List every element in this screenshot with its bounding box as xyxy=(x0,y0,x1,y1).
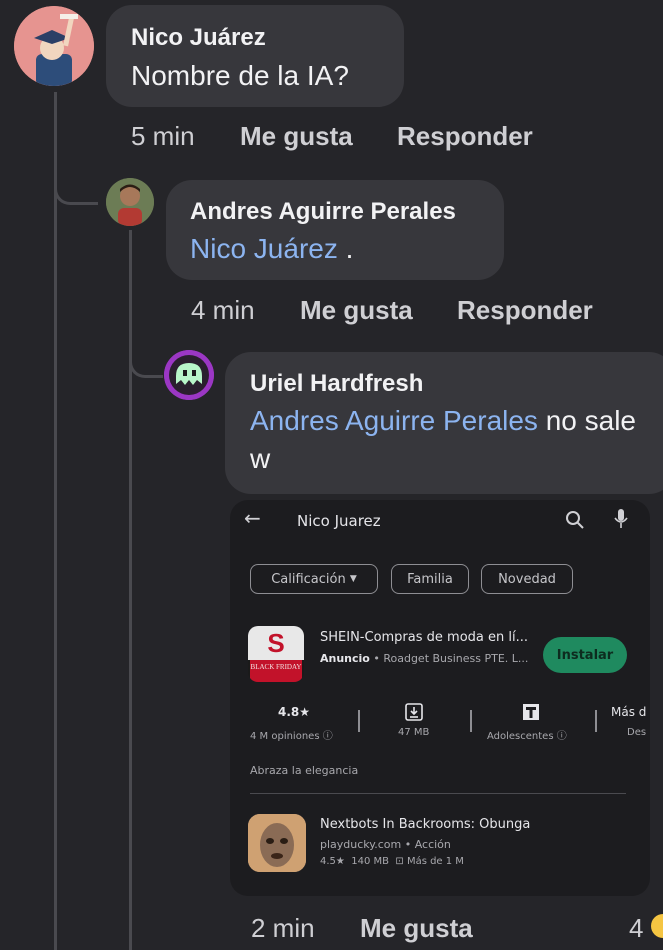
person-photo-icon xyxy=(106,178,154,226)
filter-chip-family[interactable]: Familia xyxy=(391,564,469,594)
graduate-avatar-icon xyxy=(14,6,94,86)
stat-divider xyxy=(595,710,597,732)
app-category: Acción xyxy=(414,838,451,851)
comment-author[interactable]: Uriel Hardfresh xyxy=(250,370,423,398)
age-rating: Adolescentes ⓘ xyxy=(487,731,567,742)
comment-bubble-uriel: Uriel Hardfresh Andres Aguirre Perales n… xyxy=(225,352,663,494)
thread-connector-2 xyxy=(129,335,163,378)
more-info-top: Más d xyxy=(611,705,647,719)
app-meta: playducky.com • Acción xyxy=(320,838,451,851)
mention-link[interactable]: Andres Aguirre Perales xyxy=(250,405,538,436)
reply-button[interactable]: Responder xyxy=(457,295,593,326)
comment-text: Andres Aguirre Perales no sale w xyxy=(250,402,640,478)
app-stats: 4.5★ 140 MB ⊡ Más de 1 M xyxy=(320,856,464,867)
thread-connector-1 xyxy=(54,160,98,205)
comment-actions-andres: 4 min Me gusta Responder xyxy=(191,295,593,326)
app-tagline: Abraza la elegancia xyxy=(250,764,359,777)
ad-label: Anuncio xyxy=(320,652,370,665)
app-name[interactable]: Nextbots In Backrooms: Obunga xyxy=(320,817,530,832)
back-arrow-icon: ← xyxy=(244,506,261,530)
comment-author[interactable]: Andres Aguirre Perales xyxy=(190,198,456,226)
like-button[interactable]: Me gusta xyxy=(240,121,397,152)
download-icon xyxy=(405,703,423,721)
filter-chip-new[interactable]: Novedad xyxy=(481,564,573,594)
stat-divider xyxy=(470,710,472,732)
section-divider xyxy=(250,793,626,794)
reply-button[interactable]: Responder xyxy=(397,121,533,152)
developer-name: Roadget Business PTE. L... xyxy=(383,652,529,665)
avatar-nico[interactable] xyxy=(14,6,94,86)
chip-label: Calificación xyxy=(271,571,346,587)
shein-app-icon[interactable]: S BLACK FRIDAY xyxy=(248,626,304,682)
download-count-icon: ⊡ xyxy=(395,856,404,867)
more-info-bottom: Des xyxy=(627,727,647,738)
comment-text: Nombre de la IA? xyxy=(131,60,349,91)
install-button[interactable]: Instalar xyxy=(543,637,627,673)
comment-author[interactable]: Nico Juárez xyxy=(131,24,266,52)
teen-rating-icon xyxy=(523,704,539,720)
reaction-count[interactable]: 4 xyxy=(629,913,643,944)
chip-label: Novedad xyxy=(498,571,556,587)
search-query-text: Nico Juarez xyxy=(297,512,381,530)
thread-line-main xyxy=(54,92,57,950)
comment-bubble-nico: Nico Juárez Nombre de la IA? xyxy=(106,5,404,107)
comment-bubble-andres: Andres Aguirre Perales Nico Juárez . xyxy=(166,180,504,280)
mention-link[interactable]: Nico Juárez xyxy=(190,233,338,264)
comment-time: 4 min xyxy=(191,295,255,325)
rating-value: 4.5★ xyxy=(320,856,345,867)
rating-value: 4.8★ xyxy=(278,705,311,719)
laugh-reaction-icon[interactable] xyxy=(651,914,663,938)
stat-divider xyxy=(358,710,360,732)
filter-chip-rating[interactable]: Calificación ▼ xyxy=(250,564,378,594)
ghost-avatar-icon xyxy=(164,350,214,400)
attached-screenshot[interactable]: ← Nico Juarez Calificación ▼ Familia Nov… xyxy=(230,500,650,896)
comment-time: 2 min xyxy=(251,913,315,943)
obunga-app-icon[interactable] xyxy=(248,814,306,872)
app-meta: Anuncio • Roadget Business PTE. L... xyxy=(320,652,529,665)
microphone-icon xyxy=(614,509,628,528)
avatar-uriel[interactable] xyxy=(164,350,214,400)
comment-actions-uriel: 2 min Me gusta xyxy=(251,913,473,944)
like-button[interactable]: Me gusta xyxy=(300,295,457,326)
like-button[interactable]: Me gusta xyxy=(360,913,473,944)
developer-name: playducky.com xyxy=(320,838,402,851)
search-icon xyxy=(566,511,584,529)
dropdown-caret-icon: ▼ xyxy=(349,574,357,584)
chip-label: Familia xyxy=(407,571,453,587)
icon-letter: S xyxy=(248,626,304,660)
icon-badge: BLACK FRIDAY xyxy=(250,660,302,682)
app-size: 47 MB xyxy=(398,727,430,738)
download-count: Más de 1 M xyxy=(406,856,464,867)
comment-actions-nico: 5 min Me gusta Responder xyxy=(131,121,533,152)
comment-text-tail: . xyxy=(337,233,354,264)
app-name[interactable]: SHEIN-Compras de moda en lí... xyxy=(320,630,528,645)
reviews-count: 4 M opiniones ⓘ xyxy=(250,731,333,742)
face-icon xyxy=(248,814,306,872)
comment-text: Nico Juárez . xyxy=(190,230,353,268)
app-size: 140 MB xyxy=(351,856,389,867)
comment-time: 5 min xyxy=(131,121,195,151)
avatar-andres[interactable] xyxy=(106,178,154,226)
install-label: Instalar xyxy=(556,647,614,663)
